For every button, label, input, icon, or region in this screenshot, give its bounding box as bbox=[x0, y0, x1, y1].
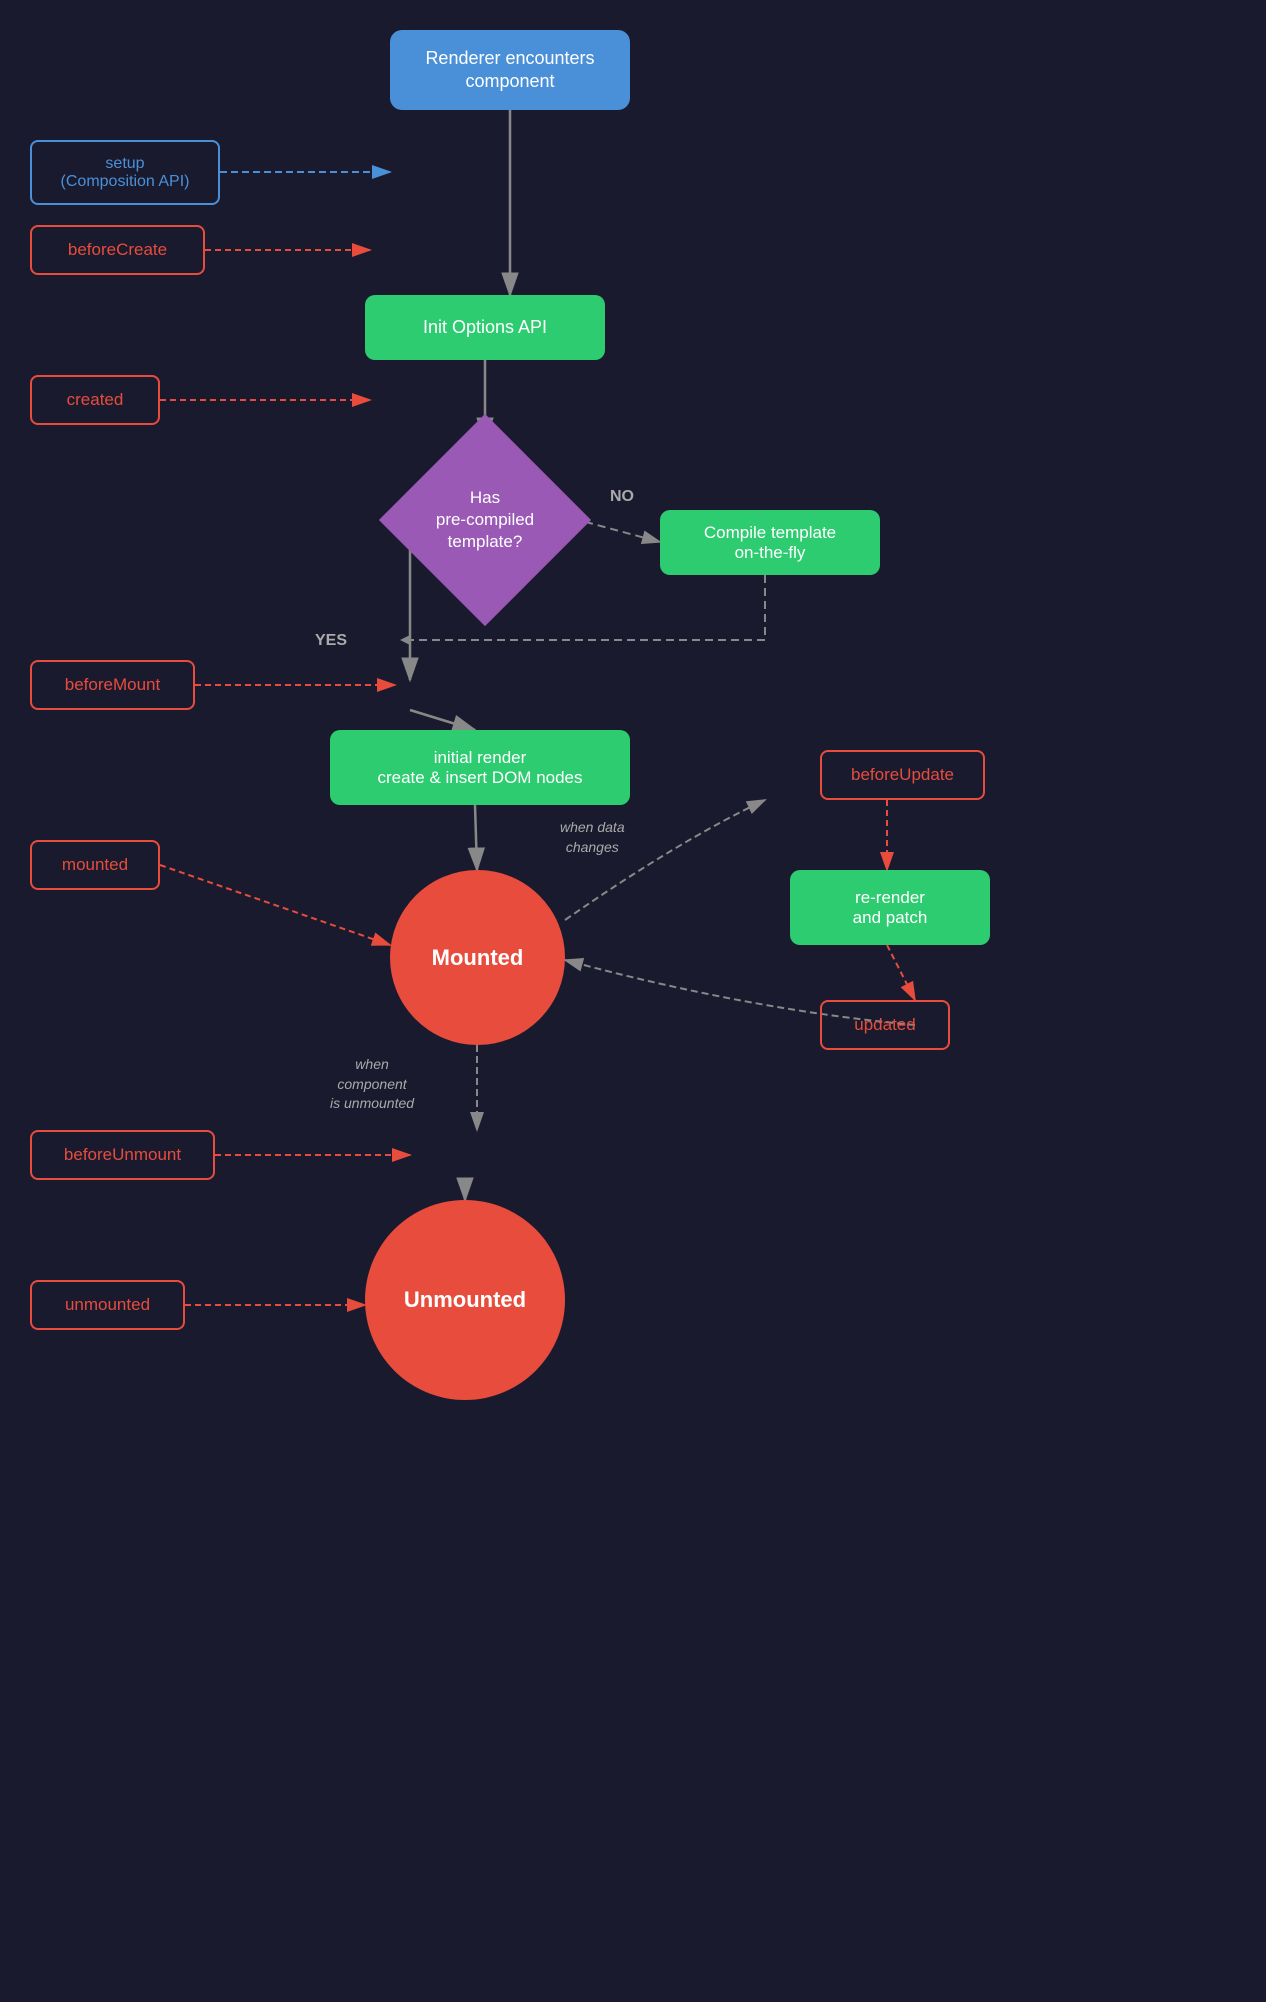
yes-label: YES bbox=[315, 632, 347, 650]
beforeunmount-node: beforeUnmount bbox=[30, 1130, 215, 1180]
no-label: NO bbox=[610, 488, 634, 506]
unmounted-circle-node: Unmounted bbox=[365, 1200, 565, 1400]
init-options-node: Init Options API bbox=[365, 295, 605, 360]
rerender-node: re-renderand patch bbox=[790, 870, 990, 945]
updated-hook-node: updated bbox=[820, 1000, 950, 1050]
beforemount-node: beforeMount bbox=[30, 660, 195, 710]
unmounted-hook-node: unmounted bbox=[30, 1280, 185, 1330]
lifecycle-diagram: Renderer encounters component setup(Comp… bbox=[0, 0, 1266, 2002]
beforecreate-node: beforeCreate bbox=[30, 225, 205, 275]
initial-render-node: initial rendercreate & insert DOM nodes bbox=[330, 730, 630, 805]
compile-template-node: Compile templateon-the-fly bbox=[660, 510, 880, 575]
beforeupdate-node: beforeUpdate bbox=[820, 750, 985, 800]
arrows-svg bbox=[0, 0, 1266, 2002]
diamond-node: Haspre-compiledtemplate? bbox=[379, 414, 591, 626]
mounted-circle-node: Mounted bbox=[390, 870, 565, 1045]
when-data-changes-label: when datachanges bbox=[560, 818, 625, 857]
when-unmounted-label: whencomponentis unmounted bbox=[330, 1055, 414, 1114]
renderer-node: Renderer encounters component bbox=[390, 30, 630, 110]
created-node: created bbox=[30, 375, 160, 425]
setup-node: setup(Composition API) bbox=[30, 140, 220, 205]
mounted-hook-node: mounted bbox=[30, 840, 160, 890]
